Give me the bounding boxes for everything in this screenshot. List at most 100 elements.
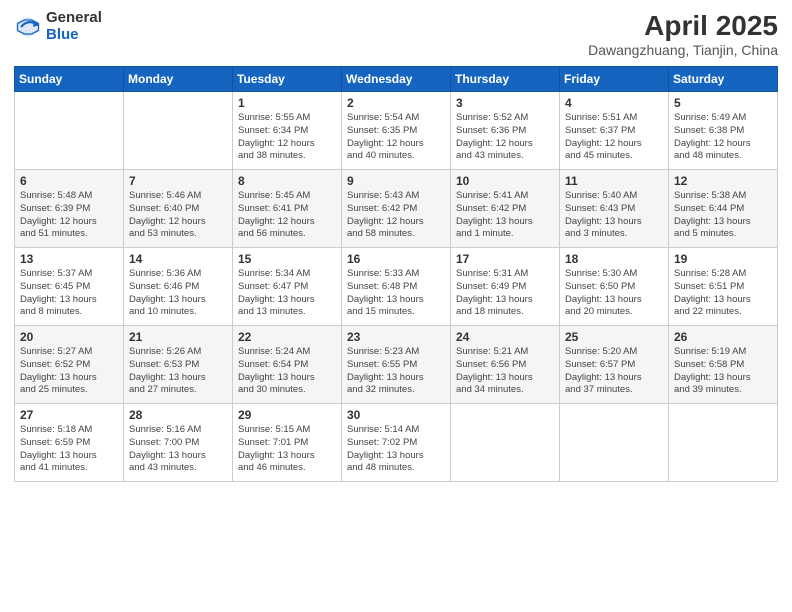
day-cell [15, 92, 124, 170]
day-number: 3 [456, 96, 554, 110]
day-number: 15 [238, 252, 336, 266]
day-cell: 13 Sunrise: 5:37 AM Sunset: 6:45 PM Dayli… [15, 248, 124, 326]
day-number: 12 [674, 174, 772, 188]
day-cell: 23Sunrise: 5:23 AM Sunset: 6:55 PM Dayli… [342, 326, 451, 404]
weekday-header-thursday: Thursday [451, 67, 560, 92]
weekday-header-monday: Monday [124, 67, 233, 92]
day-cell [451, 404, 560, 482]
day-number: 7 [129, 174, 227, 188]
logo-general-text: General [46, 10, 102, 27]
day-info: Sunrise: 5:36 AM Sunset: 6:46 PM Dayligh… [129, 268, 227, 319]
day-number: 2 [347, 96, 445, 110]
day-info: Sunrise: 5:55 AM Sunset: 6:34 PM Dayligh… [238, 112, 336, 163]
day-info: Sunrise: 5:26 AM Sunset: 6:53 PM Dayligh… [129, 346, 227, 397]
day-cell: 1Sunrise: 5:55 AM Sunset: 6:34 PM Daylig… [233, 92, 342, 170]
week-row-4: 20Sunrise: 5:27 AM Sunset: 6:52 PM Dayli… [15, 326, 778, 404]
day-cell: 11Sunrise: 5:40 AM Sunset: 6:43 PM Dayli… [560, 170, 669, 248]
logo-blue-text: Blue [46, 27, 102, 44]
day-number: 4 [565, 96, 663, 110]
day-info: Sunrise: 5:52 AM Sunset: 6:36 PM Dayligh… [456, 112, 554, 163]
day-cell [124, 92, 233, 170]
day-info: Sunrise: 5:27 AM Sunset: 6:52 PM Dayligh… [20, 346, 118, 397]
weekday-header-sunday: Sunday [15, 67, 124, 92]
calendar-location: Dawangzhuang, Tianjin, China [588, 42, 778, 58]
weekday-header-tuesday: Tuesday [233, 67, 342, 92]
day-cell: 17Sunrise: 5:31 AM Sunset: 6:49 PM Dayli… [451, 248, 560, 326]
day-number: 14 [129, 252, 227, 266]
day-info: Sunrise: 5:43 AM Sunset: 6:42 PM Dayligh… [347, 190, 445, 241]
day-cell: 12 Sunrise: 5:38 AM Sunset: 6:44 PM Dayli… [669, 170, 778, 248]
day-cell: 15 Sunrise: 5:34 AM Sunset: 6:47 PM Dayli… [233, 248, 342, 326]
day-cell: 9 Sunrise: 5:43 AM Sunset: 6:42 PM Daylig… [342, 170, 451, 248]
day-info: Sunrise: 5:54 AM Sunset: 6:35 PM Dayligh… [347, 112, 445, 163]
day-info: Sunrise: 5:28 AM Sunset: 6:51 PM Dayligh… [674, 268, 772, 319]
title-block: April 2025 Dawangzhuang, Tianjin, China [588, 10, 778, 58]
day-info: Sunrise: 5:16 AM Sunset: 7:00 PM Dayligh… [129, 424, 227, 475]
day-info: Sunrise: 5:33 AM Sunset: 6:48 PM Dayligh… [347, 268, 445, 319]
day-cell: 3 Sunrise: 5:52 AM Sunset: 6:36 PM Daylig… [451, 92, 560, 170]
day-number: 28 [129, 408, 227, 422]
day-number: 23 [347, 330, 445, 344]
day-cell: 7 Sunrise: 5:46 AM Sunset: 6:40 PM Daylig… [124, 170, 233, 248]
day-cell: 25 Sunrise: 5:20 AM Sunset: 6:57 PM Dayli… [560, 326, 669, 404]
day-number: 18 [565, 252, 663, 266]
day-cell: 28 Sunrise: 5:16 AM Sunset: 7:00 PM Dayli… [124, 404, 233, 482]
day-number: 22 [238, 330, 336, 344]
day-info: Sunrise: 5:20 AM Sunset: 6:57 PM Dayligh… [565, 346, 663, 397]
day-info: Sunrise: 5:19 AM Sunset: 6:58 PM Dayligh… [674, 346, 772, 397]
day-info: Sunrise: 5:51 AM Sunset: 6:37 PM Dayligh… [565, 112, 663, 163]
day-number: 16 [347, 252, 445, 266]
logo: General Blue [14, 10, 102, 43]
day-number: 19 [674, 252, 772, 266]
day-cell: 29 Sunrise: 5:15 AM Sunset: 7:01 PM Dayli… [233, 404, 342, 482]
week-row-1: 1Sunrise: 5:55 AM Sunset: 6:34 PM Daylig… [15, 92, 778, 170]
week-row-2: 6Sunrise: 5:48 AM Sunset: 6:39 PM Daylig… [15, 170, 778, 248]
day-cell: 30Sunrise: 5:14 AM Sunset: 7:02 PM Dayli… [342, 404, 451, 482]
day-info: Sunrise: 5:34 AM Sunset: 6:47 PM Dayligh… [238, 268, 336, 319]
day-number: 30 [347, 408, 445, 422]
header: General Blue April 2025 Dawangzhuang, Ti… [14, 10, 778, 58]
day-number: 26 [674, 330, 772, 344]
day-cell: 2 Sunrise: 5:54 AM Sunset: 6:35 PM Daylig… [342, 92, 451, 170]
day-number: 5 [674, 96, 772, 110]
day-number: 9 [347, 174, 445, 188]
day-info: Sunrise: 5:30 AM Sunset: 6:50 PM Dayligh… [565, 268, 663, 319]
day-number: 24 [456, 330, 554, 344]
day-info: Sunrise: 5:41 AM Sunset: 6:42 PM Dayligh… [456, 190, 554, 241]
day-number: 13 [20, 252, 118, 266]
day-cell: 27Sunrise: 5:18 AM Sunset: 6:59 PM Dayli… [15, 404, 124, 482]
day-cell: 4 Sunrise: 5:51 AM Sunset: 6:37 PM Daylig… [560, 92, 669, 170]
week-row-3: 13 Sunrise: 5:37 AM Sunset: 6:45 PM Dayli… [15, 248, 778, 326]
day-info: Sunrise: 5:15 AM Sunset: 7:01 PM Dayligh… [238, 424, 336, 475]
day-number: 25 [565, 330, 663, 344]
day-cell: 19 Sunrise: 5:28 AM Sunset: 6:51 PM Dayli… [669, 248, 778, 326]
day-cell: 20Sunrise: 5:27 AM Sunset: 6:52 PM Dayli… [15, 326, 124, 404]
day-cell: 24Sunrise: 5:21 AM Sunset: 6:56 PM Dayli… [451, 326, 560, 404]
day-cell: 14 Sunrise: 5:36 AM Sunset: 6:46 PM Dayli… [124, 248, 233, 326]
day-info: Sunrise: 5:40 AM Sunset: 6:43 PM Dayligh… [565, 190, 663, 241]
day-info: Sunrise: 5:45 AM Sunset: 6:41 PM Dayligh… [238, 190, 336, 241]
weekday-header-saturday: Saturday [669, 67, 778, 92]
day-cell: 16 Sunrise: 5:33 AM Sunset: 6:48 PM Dayli… [342, 248, 451, 326]
day-cell [560, 404, 669, 482]
day-cell: 18 Sunrise: 5:30 AM Sunset: 6:50 PM Dayli… [560, 248, 669, 326]
day-cell: 10Sunrise: 5:41 AM Sunset: 6:42 PM Dayli… [451, 170, 560, 248]
calendar-table: SundayMondayTuesdayWednesdayThursdayFrid… [14, 66, 778, 482]
page: General Blue April 2025 Dawangzhuang, Ti… [0, 0, 792, 612]
weekday-header-wednesday: Wednesday [342, 67, 451, 92]
day-info: Sunrise: 5:49 AM Sunset: 6:38 PM Dayligh… [674, 112, 772, 163]
day-number: 29 [238, 408, 336, 422]
day-info: Sunrise: 5:38 AM Sunset: 6:44 PM Dayligh… [674, 190, 772, 241]
day-number: 27 [20, 408, 118, 422]
day-info: Sunrise: 5:46 AM Sunset: 6:40 PM Dayligh… [129, 190, 227, 241]
day-info: Sunrise: 5:48 AM Sunset: 6:39 PM Dayligh… [20, 190, 118, 241]
week-row-5: 27Sunrise: 5:18 AM Sunset: 6:59 PM Dayli… [15, 404, 778, 482]
day-cell: 22 Sunrise: 5:24 AM Sunset: 6:54 PM Dayli… [233, 326, 342, 404]
logo-icon [14, 13, 42, 41]
day-info: Sunrise: 5:24 AM Sunset: 6:54 PM Dayligh… [238, 346, 336, 397]
weekday-header-row: SundayMondayTuesdayWednesdayThursdayFrid… [15, 67, 778, 92]
day-info: Sunrise: 5:37 AM Sunset: 6:45 PM Dayligh… [20, 268, 118, 319]
day-number: 21 [129, 330, 227, 344]
day-cell: 6Sunrise: 5:48 AM Sunset: 6:39 PM Daylig… [15, 170, 124, 248]
day-cell: 26 Sunrise: 5:19 AM Sunset: 6:58 PM Dayli… [669, 326, 778, 404]
